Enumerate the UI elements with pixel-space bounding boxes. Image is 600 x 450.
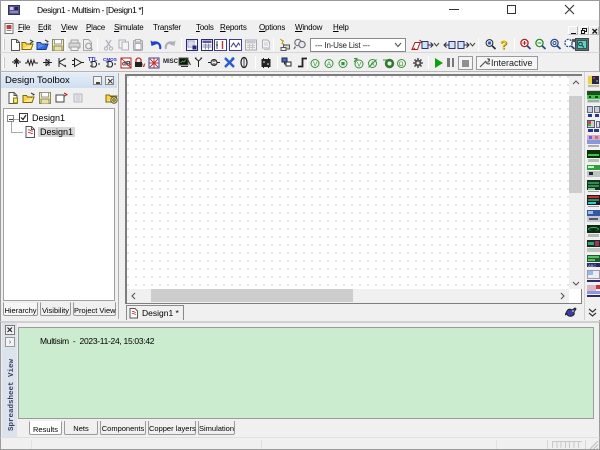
svg-text:V: V <box>313 61 318 68</box>
svg-text:Ω: Ω <box>399 61 404 68</box>
svg-text:V: V <box>357 62 362 69</box>
svg-text:v: v <box>142 63 146 69</box>
svg-text:A: A <box>327 61 332 68</box>
